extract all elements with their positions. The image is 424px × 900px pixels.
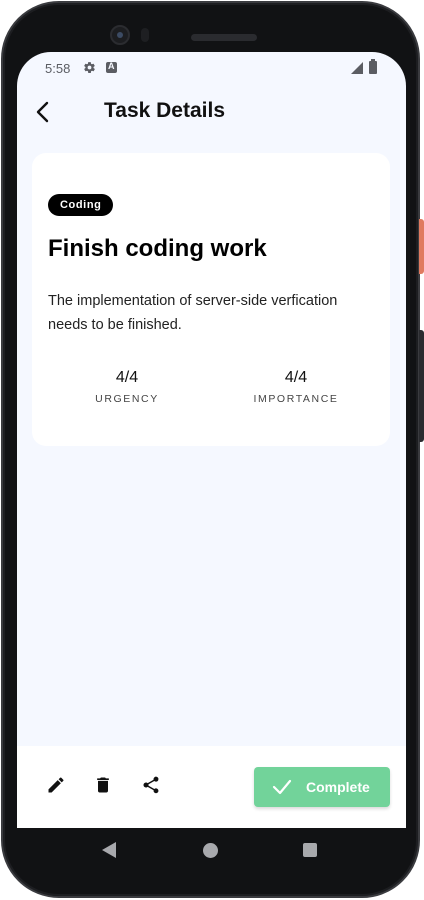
front-camera	[110, 25, 130, 45]
system-nav-bar	[17, 828, 406, 874]
urgency-label: URGENCY	[95, 393, 159, 405]
importance-label: IMPORTANCE	[253, 393, 339, 405]
chevron-left-icon	[36, 101, 49, 123]
complete-button-label: Complete	[306, 779, 370, 795]
share-icon	[143, 776, 159, 794]
task-card: Coding Finish coding work The implementa…	[32, 153, 390, 446]
share-button[interactable]	[138, 772, 164, 798]
edit-button[interactable]	[43, 772, 69, 798]
nav-back-icon[interactable]	[102, 842, 116, 858]
urgency-metric: 4/4 URGENCY	[72, 369, 182, 405]
a-badge-icon	[106, 61, 117, 73]
status-time: 5:58	[45, 61, 71, 76]
nav-recent-icon[interactable]	[303, 843, 317, 857]
complete-button[interactable]: Complete	[254, 767, 390, 807]
importance-metric: 4/4 IMPORTANCE	[241, 369, 351, 405]
page-title: Task Details	[104, 99, 226, 122]
status-bar: 5:58	[17, 52, 406, 86]
battery-icon	[369, 59, 377, 74]
signal-icon	[351, 62, 363, 74]
task-description: The implementation of server-side verfic…	[48, 293, 338, 333]
delete-button[interactable]	[90, 772, 116, 798]
app-bar: Task Details	[17, 86, 406, 136]
gear-icon	[84, 62, 95, 73]
check-icon	[272, 779, 292, 795]
earpiece-speaker	[191, 34, 257, 41]
category-tag: Coding	[48, 194, 114, 216]
back-button[interactable]	[27, 96, 59, 128]
bottom-action-bar: Complete	[17, 746, 406, 828]
volume-button	[419, 330, 424, 442]
trash-icon	[97, 777, 109, 793]
power-button	[419, 219, 424, 274]
nav-home-icon[interactable]	[203, 843, 218, 858]
urgency-value: 4/4	[115, 369, 139, 386]
app-screen: 5:58 Task Details Coding Finish coding w…	[17, 52, 406, 828]
pencil-icon	[48, 777, 64, 793]
proximity-sensor	[141, 28, 149, 42]
importance-value: 4/4	[284, 369, 308, 386]
task-title: Finish coding work	[48, 235, 267, 262]
